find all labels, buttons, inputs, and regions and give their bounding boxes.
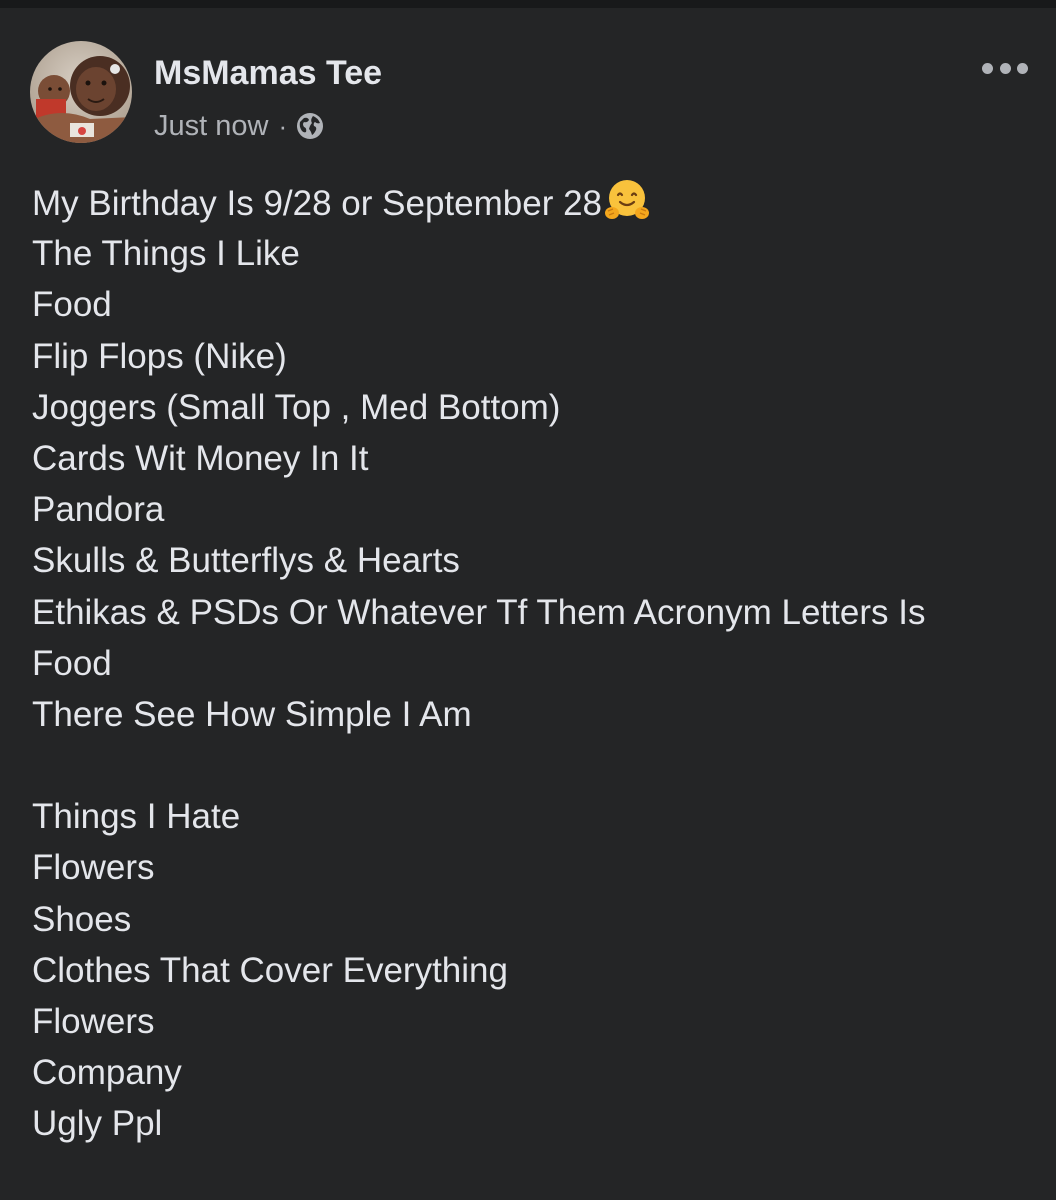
body-line-18: Ugly Ppl xyxy=(32,1104,163,1144)
dot-1 xyxy=(982,62,993,74)
body-line-4: Flip Flops (Nike) xyxy=(32,336,287,376)
meta-separator: · xyxy=(278,110,288,141)
body-line-7: Pandora xyxy=(32,490,165,530)
avatar[interactable] xyxy=(30,41,132,143)
body-line-8: Skulls & Butterflys & Hearts xyxy=(32,541,460,581)
body-line-16: Flowers xyxy=(32,1002,155,1041)
dot-2 xyxy=(999,62,1011,74)
body-line-3: Food xyxy=(32,285,112,325)
body-line-14: Shoes xyxy=(32,899,132,939)
more-options-icon[interactable] xyxy=(982,60,1028,76)
post-meta: Just now · xyxy=(154,108,325,144)
body-line-9: Ethikas & PSDs Or Whatever Tf Them Acron… xyxy=(32,592,926,632)
post-card: MsMamas Tee Just now · My Birthday Is 9/… xyxy=(0,8,1056,1200)
body-line-2: The Things I Like xyxy=(32,234,300,274)
body-line-11: There See How Simple I Am xyxy=(32,694,472,734)
hugging-face-icon xyxy=(605,180,649,219)
body-line-5: Joggers (Small Top , Med Bottom) xyxy=(32,387,561,427)
body-line-6: Cards Wit Money In It xyxy=(32,438,369,478)
body-blank-line xyxy=(32,740,1042,791)
globe-icon[interactable] xyxy=(295,111,325,141)
body-line-1: My Birthday Is 9/28 or September 28 xyxy=(32,177,1042,228)
body-line-13: Flowers xyxy=(32,848,155,888)
body-line-12: Things I Hate xyxy=(32,797,241,837)
post-timestamp[interactable]: Just now xyxy=(154,110,268,143)
body-line-17: Company xyxy=(32,1053,182,1093)
author-name[interactable]: MsMamas Tee xyxy=(154,54,382,93)
post-body: My Birthday Is 9/28 or September 28 The … xyxy=(32,177,1042,1150)
dot-3 xyxy=(1017,62,1028,74)
body-line-1-text: My Birthday Is 9/28 or September 28 xyxy=(32,184,602,223)
body-line-10: Food xyxy=(32,643,112,683)
body-line-15: Clothes That Cover Everything xyxy=(32,950,508,990)
top-divider xyxy=(0,0,1056,8)
